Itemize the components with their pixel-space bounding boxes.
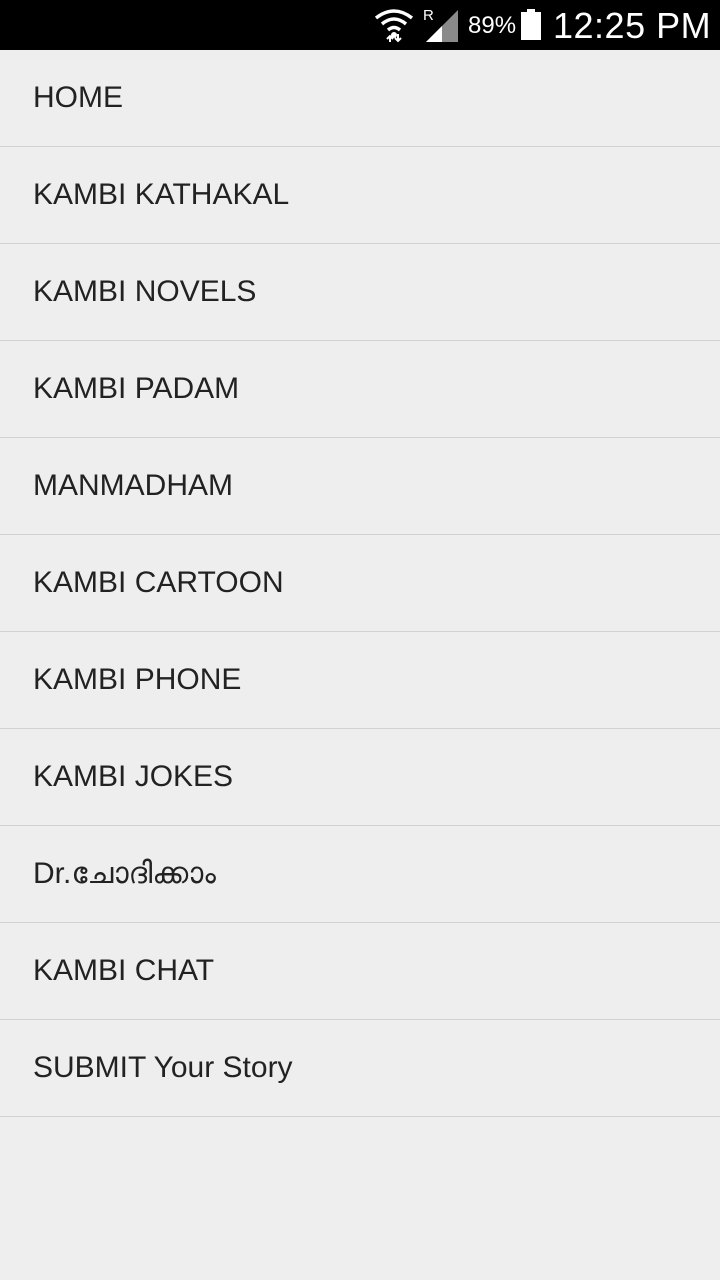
menu-item-label: KAMBI CARTOON bbox=[33, 566, 284, 599]
menu-item-kambi-padam[interactable]: KAMBI PADAM bbox=[0, 341, 720, 438]
menu-item-submit-your-story[interactable]: SUBMIT Your Story bbox=[0, 1020, 720, 1117]
network-label: R bbox=[423, 7, 434, 24]
menu-item-dr-chodikkam[interactable]: Dr.ചോദിക്കാം bbox=[0, 826, 720, 923]
signal-icon: R bbox=[423, 7, 458, 42]
menu-item-label: HOME bbox=[33, 81, 123, 114]
status-time: 12:25 PM bbox=[553, 5, 712, 46]
menu-item-label: KAMBI KATHAKAL bbox=[33, 178, 290, 211]
menu-item-kambi-novels[interactable]: KAMBI NOVELS bbox=[0, 244, 720, 341]
menu-item-kambi-chat[interactable]: KAMBI CHAT bbox=[0, 923, 720, 1020]
navigation-menu: HOME KAMBI KATHAKAL KAMBI NOVELS KAMBI P… bbox=[0, 50, 720, 1117]
menu-item-kambi-kathakal[interactable]: KAMBI KATHAKAL bbox=[0, 147, 720, 244]
battery-percent: 89% bbox=[468, 12, 517, 39]
menu-item-label: KAMBI PHONE bbox=[33, 663, 242, 696]
menu-item-label: KAMBI JOKES bbox=[33, 760, 234, 793]
wifi-icon bbox=[374, 9, 414, 43]
menu-item-label: KAMBI NOVELS bbox=[33, 275, 257, 308]
menu-item-home[interactable]: HOME bbox=[0, 50, 720, 147]
menu-item-label: KAMBI PADAM bbox=[33, 372, 240, 405]
menu-item-manmadham[interactable]: MANMADHAM bbox=[0, 438, 720, 535]
menu-item-label: Dr.ചോദിക്കാം bbox=[33, 857, 216, 890]
menu-item-label: SUBMIT Your Story bbox=[33, 1051, 293, 1084]
menu-item-label: MANMADHAM bbox=[33, 469, 233, 502]
menu-item-label: KAMBI CHAT bbox=[33, 954, 215, 987]
status-bar: R 89% 12:25 PM bbox=[0, 0, 720, 50]
menu-item-kambi-jokes[interactable]: KAMBI JOKES bbox=[0, 729, 720, 826]
menu-item-kambi-cartoon[interactable]: KAMBI CARTOON bbox=[0, 535, 720, 632]
menu-item-kambi-phone[interactable]: KAMBI PHONE bbox=[0, 632, 720, 729]
battery-icon bbox=[521, 9, 541, 40]
